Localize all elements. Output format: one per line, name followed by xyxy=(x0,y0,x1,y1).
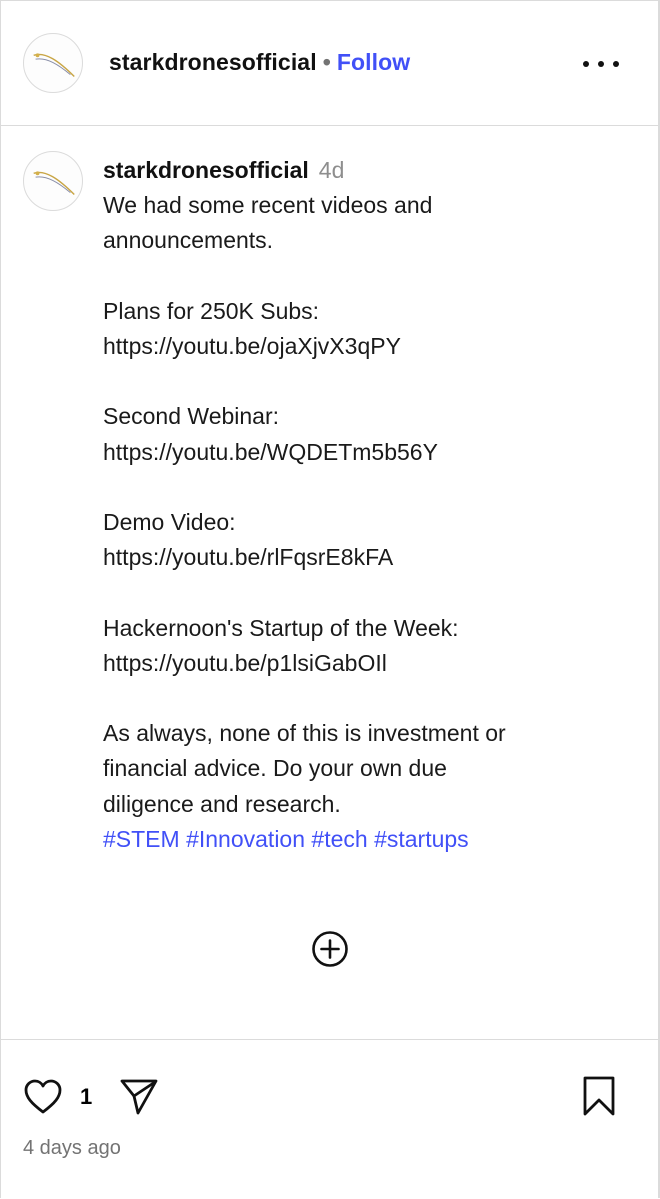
caption-avatar[interactable] xyxy=(23,151,83,211)
more-options-icon[interactable] xyxy=(583,49,619,79)
caption-line: Demo Video: xyxy=(103,508,236,535)
caption-line: financial advice. Do your own due xyxy=(103,755,447,782)
bookmark-icon xyxy=(583,1076,615,1116)
caption-link[interactable]: https://youtu.be/WQDETm5b56Y xyxy=(103,435,623,470)
avatar[interactable] xyxy=(23,33,83,93)
post-caption: starkdronesofficial 4d We had some recent… xyxy=(103,153,623,857)
caption-link[interactable]: https://youtu.be/p1lsiGabOIl xyxy=(103,646,623,681)
caption-line: Second Webinar: xyxy=(103,403,280,430)
caption-hashtags: #STEM #Innovation #tech #startups xyxy=(103,822,623,857)
avatar-logo-icon xyxy=(33,53,75,78)
dot xyxy=(583,61,589,67)
post-timestamp: 4 days ago xyxy=(23,1137,121,1159)
caption-header: starkdronesofficial 4d xyxy=(103,153,623,188)
like-count[interactable]: 1 xyxy=(80,1084,92,1110)
caption-username[interactable]: starkdronesofficial xyxy=(103,157,309,183)
follow-button[interactable]: Follow xyxy=(337,49,410,75)
caption-line: announcements. xyxy=(103,227,274,254)
avatar-logo-icon xyxy=(33,171,75,196)
send-icon xyxy=(120,1079,158,1115)
post-header: starkdronesofficial • Follow xyxy=(1,1,659,126)
caption-gap xyxy=(103,364,623,399)
header-separator: • xyxy=(322,49,331,75)
caption-gap xyxy=(103,575,623,610)
caption-gap xyxy=(103,470,623,505)
share-button[interactable] xyxy=(119,1077,159,1117)
caption-gap xyxy=(103,681,623,716)
plus-circle-icon xyxy=(312,931,348,967)
caption-line: Plans for 250K Subs: xyxy=(103,297,320,324)
hashtag-innovation[interactable]: #Innovation xyxy=(186,826,305,852)
caption-line: As always, none of this is investment or xyxy=(103,720,506,747)
header-user-line: starkdronesofficial • Follow xyxy=(109,49,410,76)
caption-gap xyxy=(103,259,623,294)
load-more-comments-button[interactable] xyxy=(309,928,351,970)
hashtag-tech[interactable]: #tech xyxy=(311,826,367,852)
heart-icon xyxy=(24,1079,62,1114)
post-actions: 1 4 days ago xyxy=(1,1039,659,1199)
dot xyxy=(613,61,619,67)
hashtag-stem[interactable]: #STEM xyxy=(103,826,180,852)
save-button[interactable] xyxy=(581,1075,617,1117)
caption-line: We had some recent videos and xyxy=(103,192,433,219)
post-panel: starkdronesofficial • Follow starkdronesof… xyxy=(0,0,660,1198)
caption-link[interactable]: https://youtu.be/ojaXjvX3qPY xyxy=(103,329,623,364)
caption-link[interactable]: https://youtu.be/rlFqsrE8kFA xyxy=(103,540,623,575)
caption-line: Hackernoon's Startup of the Week: xyxy=(103,614,459,641)
caption-time: 4d xyxy=(318,157,345,183)
dot xyxy=(598,61,604,67)
header-username[interactable]: starkdronesofficial xyxy=(109,49,317,75)
like-button[interactable] xyxy=(23,1078,63,1116)
hashtag-startups[interactable]: #startups xyxy=(374,826,469,852)
caption-line: diligence and research. xyxy=(103,790,341,817)
